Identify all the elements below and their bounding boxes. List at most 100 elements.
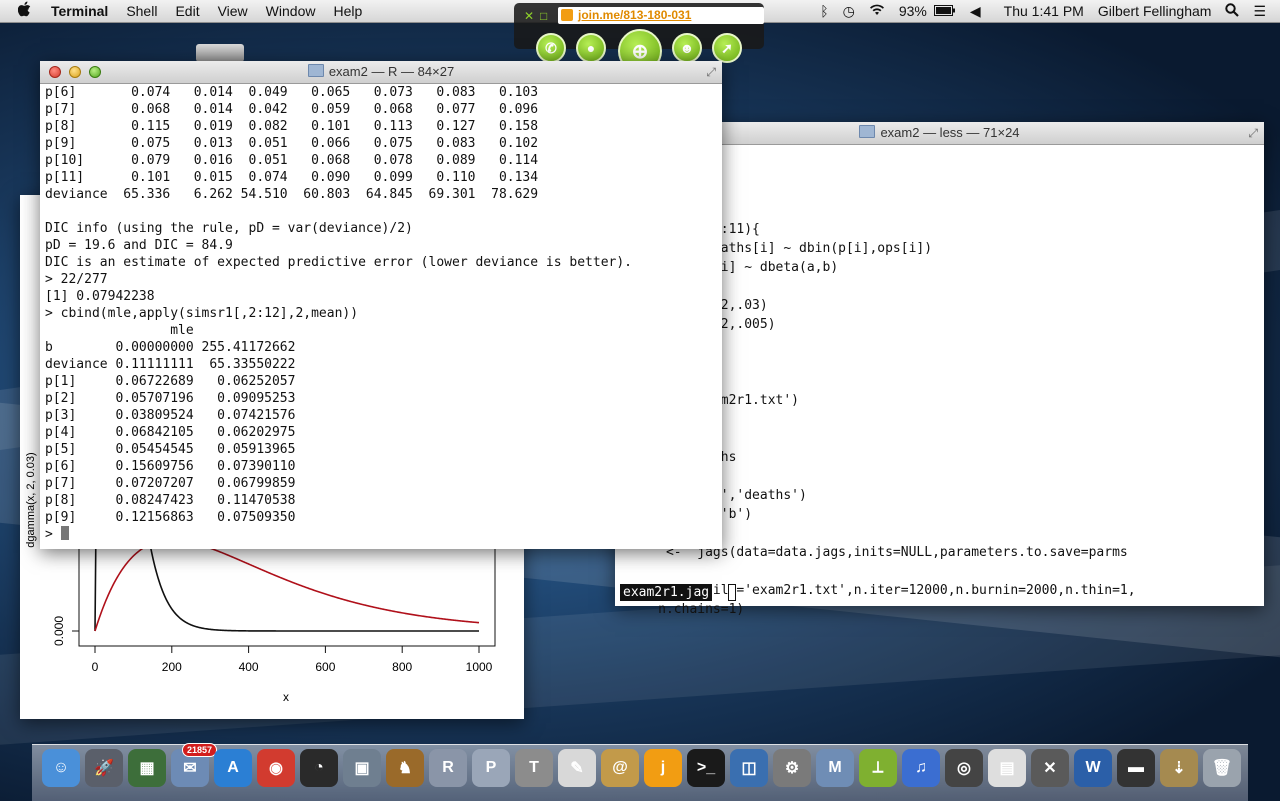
dock-glyph: 🗑 [1211, 760, 1233, 777]
menu-shell[interactable]: Shell [117, 3, 166, 19]
notification-center-icon[interactable]: ☰ [1246, 3, 1280, 20]
spotlight-search-icon[interactable] [1218, 2, 1246, 20]
console-line: p[6] 0.15609756 0.07390110 [45, 459, 296, 474]
menu-edit[interactable]: Edit [166, 3, 208, 19]
less-window-title: exam2 — less — 71×24 [880, 125, 1020, 140]
dock-glyph: j [660, 759, 666, 776]
battery-percent[interactable]: 93% [892, 3, 934, 19]
horse-icon[interactable]: ♞ [386, 749, 424, 787]
console-line: p[4] 0.06842105 0.06202975 [45, 425, 296, 440]
text-cursor [60, 526, 69, 540]
joinme-close-icon[interactable]: ✕ [524, 9, 534, 23]
less-line [619, 563, 1136, 582]
joinme-url[interactable]: join.me/813-180-031 [558, 7, 764, 24]
dock-glyph: ♞ [397, 760, 413, 777]
console-prompt-line[interactable]: > [45, 526, 632, 543]
dock-glyph: A [227, 759, 239, 776]
zoom-button[interactable] [89, 66, 101, 78]
dock-glyph: ✕ [1043, 760, 1057, 777]
document-icon[interactable]: ▤ [988, 749, 1026, 787]
fullscreen-icon[interactable]: ⤢ [1248, 122, 1258, 144]
clock[interactable]: Thu 1:41 PM [988, 3, 1091, 19]
virtualization-icon[interactable]: ◫ [730, 749, 768, 787]
participants-icon[interactable]: ☻ [672, 33, 702, 63]
menu-view[interactable]: View [209, 3, 257, 19]
dock-glyph: ⇣ [1172, 760, 1186, 777]
console-line: p[8] 0.115 0.019 0.082 0.101 0.113 0.127… [45, 119, 539, 134]
fullscreen-icon[interactable]: ⤢ [706, 61, 716, 83]
textedit-icon[interactable]: ✎ [558, 749, 596, 787]
chat-icon[interactable]: ● [576, 33, 606, 63]
facetime-icon[interactable]: ◎ [945, 749, 983, 787]
dock-glyph: P [485, 759, 497, 776]
less-line: n.chains=1) [619, 602, 745, 617]
y-axis-label: dgamma(x, 2, 0.03) [25, 452, 37, 547]
minimize-button[interactable] [69, 66, 81, 78]
apple-menu-icon[interactable] [0, 1, 42, 22]
dock-glyph: ▣ [354, 760, 370, 777]
console-line: p[10] 0.079 0.016 0.051 0.068 0.078 0.08… [45, 153, 539, 168]
menu-help[interactable]: Help [324, 3, 371, 19]
word-icon[interactable]: W [1074, 749, 1112, 787]
preview-icon[interactable]: ▣ [343, 749, 381, 787]
chrome-icon[interactable]: ◉ [257, 749, 295, 787]
mail-icon[interactable]: ✉ 21857 [171, 743, 217, 787]
battery-icon[interactable] [933, 3, 963, 19]
console-prompt: > [45, 527, 61, 542]
user-name[interactable]: Gilbert Fellingham [1091, 3, 1219, 19]
trash-icon[interactable]: 🗑 [1203, 749, 1241, 787]
pointer-icon[interactable]: ➚ [712, 33, 742, 63]
launchpad-icon[interactable]: 🚀 [85, 749, 123, 787]
console-line: pD = 19.6 and DIC = 84.9 [45, 238, 233, 253]
dock-glyph: 🚀 [94, 760, 114, 777]
r-icon[interactable]: R [429, 749, 467, 787]
app-store-icon[interactable]: A [214, 749, 252, 787]
dock-glyph: ♫ [915, 759, 927, 776]
x-tick-label: 400 [239, 660, 259, 674]
wifi-icon[interactable] [862, 3, 892, 19]
finder-icon[interactable]: ☺ [42, 749, 80, 787]
console-line: p[5] 0.05454545 0.05913965 [45, 442, 296, 457]
console-line: p[8] 0.08247423 0.11470538 [45, 493, 296, 508]
desktop-drive-icon[interactable] [196, 44, 244, 62]
r-console-output: p[6] 0.074 0.014 0.049 0.065 0.073 0.083… [45, 84, 632, 543]
r-terminal-window[interactable]: exam2 — R — 84×27 ⤢ p[6] 0.074 0.014 0.0… [40, 61, 722, 549]
menu-window[interactable]: Window [257, 3, 325, 19]
dock-glyph: ◫ [741, 760, 757, 777]
notification-badge: 21857 [181, 743, 217, 757]
address-book-icon[interactable]: @ [601, 749, 639, 787]
console-line: p[9] 0.12156863 0.07509350 [45, 510, 296, 525]
minitab-icon[interactable]: M [816, 749, 854, 787]
joinme-icon[interactable]: j [644, 749, 682, 787]
time-machine-icon[interactable]: ◷ [836, 3, 862, 20]
downloads-icon[interactable]: ⇣ [1160, 749, 1198, 787]
dock-glyph: ▤ [999, 760, 1015, 777]
terminal-icon[interactable]: >_ [687, 749, 725, 787]
x11-icon[interactable]: ✕ [1031, 749, 1069, 787]
dock: ☺ 🚀 ▦ ✉ 21857 A ◉ ◔ ▣ ♞ R P T ✎ @ j >_ ◫ ⚙ M ⟂ ♫ ◎ ▤ ✕ W ▬ ⇣ 🗑 [32, 743, 1248, 801]
volume-icon[interactable]: ◀ [963, 3, 988, 20]
menu-app-name[interactable]: Terminal [42, 3, 117, 19]
console-line: p[11] 0.101 0.015 0.074 0.090 0.099 0.11… [45, 170, 539, 185]
dock-glyph: ✎ [570, 760, 584, 777]
console-line: b 0.00000000 255.41172662 [45, 340, 296, 355]
phone-icon[interactable]: ✆ [536, 33, 566, 63]
r-window-titlebar[interactable]: exam2 — R — 84×27 ⤢ [40, 61, 722, 84]
dock-glyph: ◎ [957, 760, 971, 777]
graph-icon[interactable]: ⟂ [859, 749, 897, 787]
console-line: p[7] 0.07207207 0.06799859 [45, 476, 296, 491]
less-prompt: exam2r1.jag [620, 584, 713, 601]
itunes-icon[interactable]: ♫ [902, 749, 940, 787]
dock-glyph: ⚙ [784, 760, 800, 777]
mission-control-icon[interactable]: ▦ [128, 749, 166, 787]
console-icon[interactable]: ▬ [1117, 749, 1155, 787]
dashboard-icon[interactable]: ◔ [300, 749, 338, 787]
system-preferences-icon[interactable]: ⚙ [773, 749, 811, 787]
texshop-icon[interactable]: T [515, 749, 553, 787]
console-line: p[2] 0.05707196 0.09095253 [45, 391, 296, 406]
joinme-minimize-icon[interactable]: □ [540, 9, 547, 23]
pandora-icon[interactable]: P [472, 749, 510, 787]
console-line: p[7] 0.068 0.014 0.042 0.059 0.068 0.077… [45, 102, 539, 117]
bluetooth-icon[interactable]: ᛒ [813, 3, 835, 19]
close-button[interactable] [49, 66, 61, 78]
